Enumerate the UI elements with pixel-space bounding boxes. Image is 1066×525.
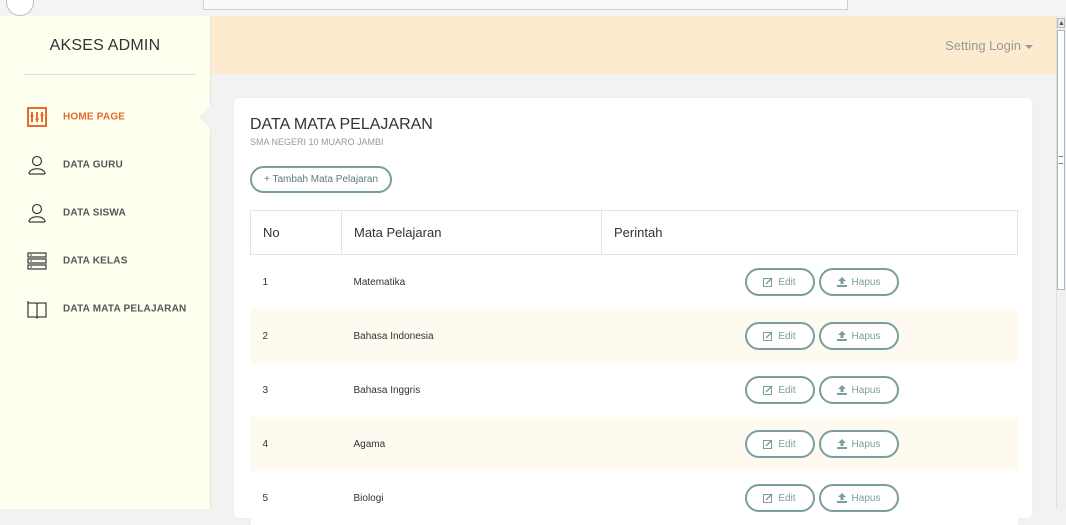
sidebar-item-label: DATA GURU (63, 159, 123, 171)
upload-icon (836, 493, 847, 503)
row-number: 5 (250, 471, 342, 525)
hapus-label: Hapus (851, 384, 881, 396)
subject-name: Biologi (341, 471, 602, 525)
address-bar[interactable] (203, 0, 848, 10)
sidebar-item-label: DATA MATA PELAJARAN (63, 303, 187, 315)
table-row: 5 Biologi Edit Hapus (250, 471, 1018, 525)
edit-button[interactable]: Edit (744, 376, 815, 404)
add-subject-button[interactable]: + Tambah Mata Pelajaran (250, 166, 393, 193)
column-header-subject: Mata Pelajaran (341, 210, 602, 255)
subject-name: Bahasa Indonesia (341, 309, 602, 363)
active-indicator (199, 104, 211, 130)
sidebar-item-data-mata-pelajaran[interactable]: DATA MATA PELAJARAN (0, 289, 210, 329)
row-actions: Edit Hapus (601, 363, 1018, 417)
server-list-icon (27, 251, 47, 271)
edit-icon (763, 385, 773, 395)
subject-name: Bahasa Inggris (341, 363, 602, 417)
edit-icon (763, 331, 773, 341)
table-row: 3 Bahasa Inggris Edit Hapus (250, 363, 1018, 417)
row-number: 3 (250, 363, 342, 417)
sidebar-item-label: DATA SISWA (63, 207, 126, 219)
sidebar: AKSES ADMIN HOME PAGE DATA GURU DATA SIS… (0, 16, 211, 509)
setting-login-label: Setting Login (945, 38, 1021, 53)
page-subtitle: SMA NEGERI 10 MUARO JAMBI (250, 137, 384, 147)
edit-label: Edit (778, 276, 796, 288)
hapus-label: Hapus (851, 330, 881, 342)
row-actions: Edit Hapus (601, 309, 1018, 363)
edit-label: Edit (778, 492, 796, 504)
delete-button[interactable]: Hapus (818, 430, 899, 458)
chevron-down-icon (1025, 44, 1033, 49)
edit-label: Edit (778, 330, 796, 342)
hapus-label: Hapus (851, 438, 881, 450)
home-dashboard-icon (27, 107, 47, 127)
edit-button[interactable]: Edit (744, 430, 815, 458)
browser-button[interactable] (6, 0, 34, 16)
table-header-row: No Mata Pelajaran Perintah (250, 210, 1018, 255)
hapus-label: Hapus (851, 276, 881, 288)
top-header: Setting Login (211, 16, 1056, 74)
edit-icon (763, 493, 773, 503)
edit-button[interactable]: Edit (744, 322, 815, 350)
hapus-label: Hapus (851, 492, 881, 504)
user-icon (27, 155, 47, 175)
upload-icon (836, 331, 847, 341)
sidebar-item-label: HOME PAGE (63, 111, 126, 123)
delete-button[interactable]: Hapus (818, 376, 899, 404)
edit-label: Edit (778, 384, 796, 396)
edit-label: Edit (778, 438, 796, 450)
divider (24, 74, 196, 75)
table-row: 1 Matematika Edit Hapus (250, 254, 1018, 309)
content-card: DATA MATA PELAJARAN SMA NEGERI 10 MUARO … (234, 98, 1032, 525)
sidebar-item-data-siswa[interactable]: DATA SISWA (0, 193, 210, 233)
subject-name: Matematika (341, 254, 602, 309)
edit-button[interactable]: Edit (744, 268, 815, 296)
upload-icon (836, 385, 847, 395)
row-number: 4 (250, 417, 342, 471)
browser-top-strip (0, 0, 1066, 17)
sidebar-brand: AKSES ADMIN (49, 37, 161, 54)
page-title: DATA MATA PELAJARAN (250, 116, 433, 133)
row-number: 2 (250, 309, 342, 363)
setting-login-dropdown[interactable]: Setting Login (945, 38, 1033, 53)
row-actions: Edit Hapus (601, 471, 1018, 525)
delete-button[interactable]: Hapus (818, 268, 899, 296)
edit-button[interactable]: Edit (744, 484, 815, 512)
sidebar-item-data-guru[interactable]: DATA GURU (0, 145, 210, 185)
sidebar-item-label: DATA KELAS (63, 255, 128, 267)
table-row: 2 Bahasa Indonesia Edit Hapus (250, 309, 1018, 363)
edit-icon (763, 277, 773, 287)
sidebar-item-home-page[interactable]: HOME PAGE (0, 97, 211, 137)
subjects-table: No Mata Pelajaran Perintah 1 Matematika … (250, 210, 1018, 525)
delete-button[interactable]: Hapus (818, 322, 899, 350)
sidebar-item-data-kelas[interactable]: DATA KELAS (0, 241, 210, 281)
user-icon (27, 203, 47, 223)
row-number: 1 (250, 254, 342, 309)
delete-button[interactable]: Hapus (818, 484, 899, 512)
book-icon (27, 299, 47, 319)
table-row: 4 Agama Edit Hapus (250, 417, 1018, 471)
upload-icon (836, 439, 847, 449)
row-actions: Edit Hapus (601, 254, 1018, 309)
upload-icon (836, 277, 847, 287)
scroll-up-arrow-icon[interactable]: ▲ (1057, 18, 1065, 28)
subject-name: Agama (341, 417, 602, 471)
scrollbar-grip (1059, 156, 1063, 164)
edit-icon (763, 439, 773, 449)
column-header-action: Perintah (601, 210, 1018, 255)
column-header-no: No (250, 210, 342, 255)
row-actions: Edit Hapus (601, 417, 1018, 471)
